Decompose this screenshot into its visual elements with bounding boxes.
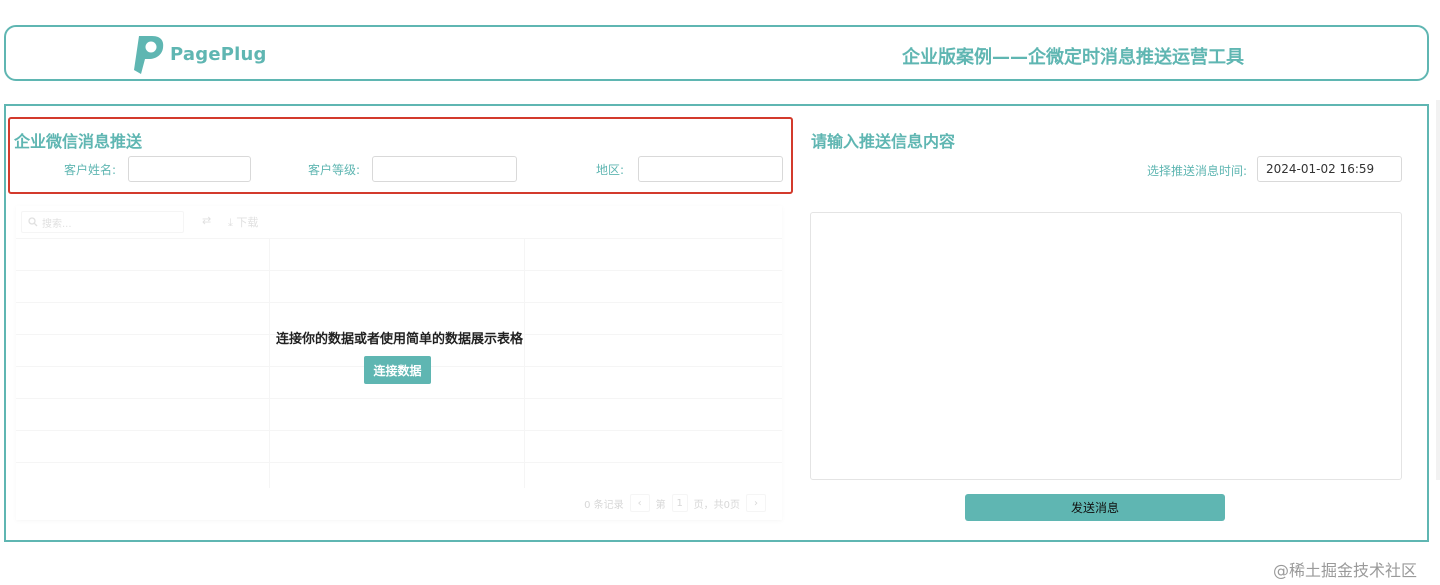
logo-text: PagePlug bbox=[170, 43, 267, 65]
next-page-button[interactable]: › bbox=[746, 494, 766, 512]
table-row-line bbox=[16, 430, 782, 431]
table-row-line bbox=[16, 270, 782, 271]
customer-name-input[interactable] bbox=[128, 156, 251, 182]
filter-icon[interactable]: ⇄ bbox=[202, 214, 211, 227]
page-suffix: 页，共0页 bbox=[693, 499, 740, 511]
scrollbar[interactable] bbox=[1436, 100, 1440, 480]
watermark: @稀土掘金技术社区 bbox=[1273, 561, 1418, 580]
page-prefix: 第 bbox=[655, 499, 666, 511]
table-row-line bbox=[16, 398, 782, 399]
table-col-line bbox=[269, 238, 270, 488]
table-search-input[interactable]: 搜索... bbox=[21, 211, 184, 233]
logo[interactable]: PagePlug bbox=[130, 34, 267, 74]
section-title-left: 企业微信消息推送 bbox=[14, 132, 143, 151]
search-icon bbox=[28, 217, 38, 227]
chevron-right-icon: › bbox=[754, 497, 758, 509]
page-number-input[interactable]: 1 bbox=[671, 494, 688, 512]
download-label: 下载 bbox=[236, 216, 259, 229]
pageplug-logo-icon bbox=[134, 36, 164, 74]
table-header-line bbox=[16, 238, 782, 239]
customer-level-label: 客户等级: bbox=[308, 163, 361, 177]
header-panel: PagePlug 企业版案例——企微定时消息推送运营工具 bbox=[4, 25, 1429, 81]
table-row-line bbox=[16, 302, 782, 303]
push-time-label: 选择推送消息时间: bbox=[1147, 164, 1248, 178]
record-count: 0 条记录 bbox=[584, 499, 624, 511]
region-input[interactable] bbox=[638, 156, 783, 182]
table-empty-message: 连接你的数据或者使用简单的数据展示表格 bbox=[276, 332, 524, 347]
customer-level-input[interactable] bbox=[372, 156, 517, 182]
table-col-line bbox=[524, 238, 525, 488]
push-time-input[interactable] bbox=[1257, 156, 1402, 182]
download-icon: ⤓ bbox=[228, 216, 233, 229]
chevron-left-icon: ‹ bbox=[637, 497, 642, 509]
message-content-textarea[interactable] bbox=[810, 212, 1402, 480]
prev-page-button[interactable]: ‹ bbox=[629, 494, 650, 512]
download-button[interactable]: ⤓ 下载 bbox=[228, 214, 258, 230]
page-title: 企业版案例——企微定时消息推送运营工具 bbox=[902, 47, 1244, 68]
section-title-right: 请输入推送信息内容 bbox=[811, 132, 956, 151]
table-search-placeholder: 搜索... bbox=[42, 218, 72, 230]
region-label: 地区: bbox=[596, 163, 625, 177]
table-row-line bbox=[16, 462, 782, 463]
send-message-button[interactable]: 发送消息 bbox=[965, 494, 1225, 521]
table-pagination: 0 条记录 ‹ 第 1 页，共0页 › bbox=[584, 494, 772, 512]
connect-data-button[interactable]: 连接数据 bbox=[364, 356, 431, 384]
customer-name-label: 客户姓名: bbox=[64, 163, 117, 177]
